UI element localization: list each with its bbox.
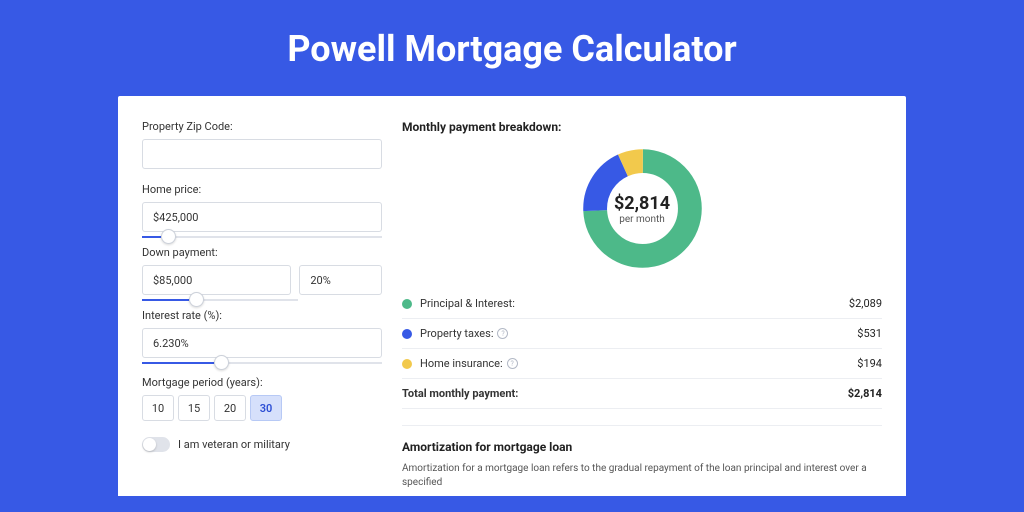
donut-sub: per month <box>614 214 670 225</box>
period-group: Mortgage period (years): 10 15 20 30 <box>142 376 382 421</box>
interest-input[interactable] <box>142 328 382 358</box>
slider-thumb[interactable] <box>161 229 176 244</box>
total-value: $2,814 <box>848 387 882 400</box>
home-price-input[interactable] <box>142 202 382 232</box>
inputs-column: Property Zip Code: Home price: Down paym… <box>142 120 382 496</box>
breakdown-row-total: Total monthly payment: $2,814 <box>402 379 882 409</box>
legend-dot-icon <box>402 329 412 339</box>
info-icon[interactable]: ? <box>497 328 508 339</box>
breakdown-title: Monthly payment breakdown: <box>402 120 882 134</box>
zip-field-group: Property Zip Code: <box>142 120 382 169</box>
donut-chart: $2,814 per month <box>402 146 882 271</box>
home-price-slider[interactable] <box>142 236 382 238</box>
legend-dot-icon <box>402 359 412 369</box>
period-btn-20[interactable]: 20 <box>214 395 246 421</box>
amort-title: Amortization for mortgage loan <box>402 440 882 454</box>
amortization-section: Amortization for mortgage loan Amortizat… <box>402 425 882 490</box>
zip-label: Property Zip Code: <box>142 120 382 133</box>
down-payment-group: Down payment: <box>142 246 382 295</box>
row-label: Property taxes: ? <box>420 327 857 340</box>
total-label: Total monthly payment: <box>402 387 848 400</box>
breakdown-row-tax: Property taxes: ? $531 <box>402 319 882 349</box>
row-label: Home insurance: ? <box>420 357 857 370</box>
period-label: Mortgage period (years): <box>142 376 382 389</box>
info-icon[interactable]: ? <box>507 358 518 369</box>
zip-input[interactable] <box>142 139 382 169</box>
veteran-label: I am veteran or military <box>178 438 290 451</box>
down-payment-label: Down payment: <box>142 246 382 259</box>
period-btn-15[interactable]: 15 <box>178 395 210 421</box>
amort-text: Amortization for a mortgage loan refers … <box>402 462 882 490</box>
period-btn-30[interactable]: 30 <box>250 395 282 421</box>
row-label-text: Property taxes: <box>420 327 493 340</box>
veteran-toggle[interactable] <box>142 437 170 452</box>
down-payment-input[interactable] <box>142 265 291 295</box>
veteran-row: I am veteran or military <box>142 437 382 452</box>
donut-center: $2,814 per month <box>614 193 670 225</box>
interest-label: Interest rate (%): <box>142 309 382 322</box>
row-label: Principal & Interest: <box>420 297 849 310</box>
home-price-label: Home price: <box>142 183 382 196</box>
calculator-card: Property Zip Code: Home price: Down paym… <box>118 96 906 496</box>
toggle-knob <box>143 438 156 451</box>
down-payment-slider[interactable] <box>142 299 298 301</box>
slider-thumb[interactable] <box>214 355 229 370</box>
breakdown-column: Monthly payment breakdown: $2,814 per mo… <box>402 120 882 496</box>
interest-group: Interest rate (%): <box>142 309 382 358</box>
donut-amount: $2,814 <box>614 193 670 214</box>
page-title: Powell Mortgage Calculator <box>0 0 1024 96</box>
row-value: $531 <box>857 327 882 340</box>
breakdown-row-pi: Principal & Interest: $2,089 <box>402 289 882 319</box>
slider-thumb[interactable] <box>189 292 204 307</box>
down-payment-pct-input[interactable] <box>299 265 382 295</box>
period-buttons: 10 15 20 30 <box>142 395 382 421</box>
breakdown-row-ins: Home insurance: ? $194 <box>402 349 882 379</box>
period-btn-10[interactable]: 10 <box>142 395 174 421</box>
row-label-text: Home insurance: <box>420 357 503 370</box>
interest-slider[interactable] <box>142 362 382 364</box>
home-price-group: Home price: <box>142 183 382 232</box>
row-value: $2,089 <box>849 297 882 310</box>
row-value: $194 <box>857 357 882 370</box>
legend-dot-icon <box>402 299 412 309</box>
